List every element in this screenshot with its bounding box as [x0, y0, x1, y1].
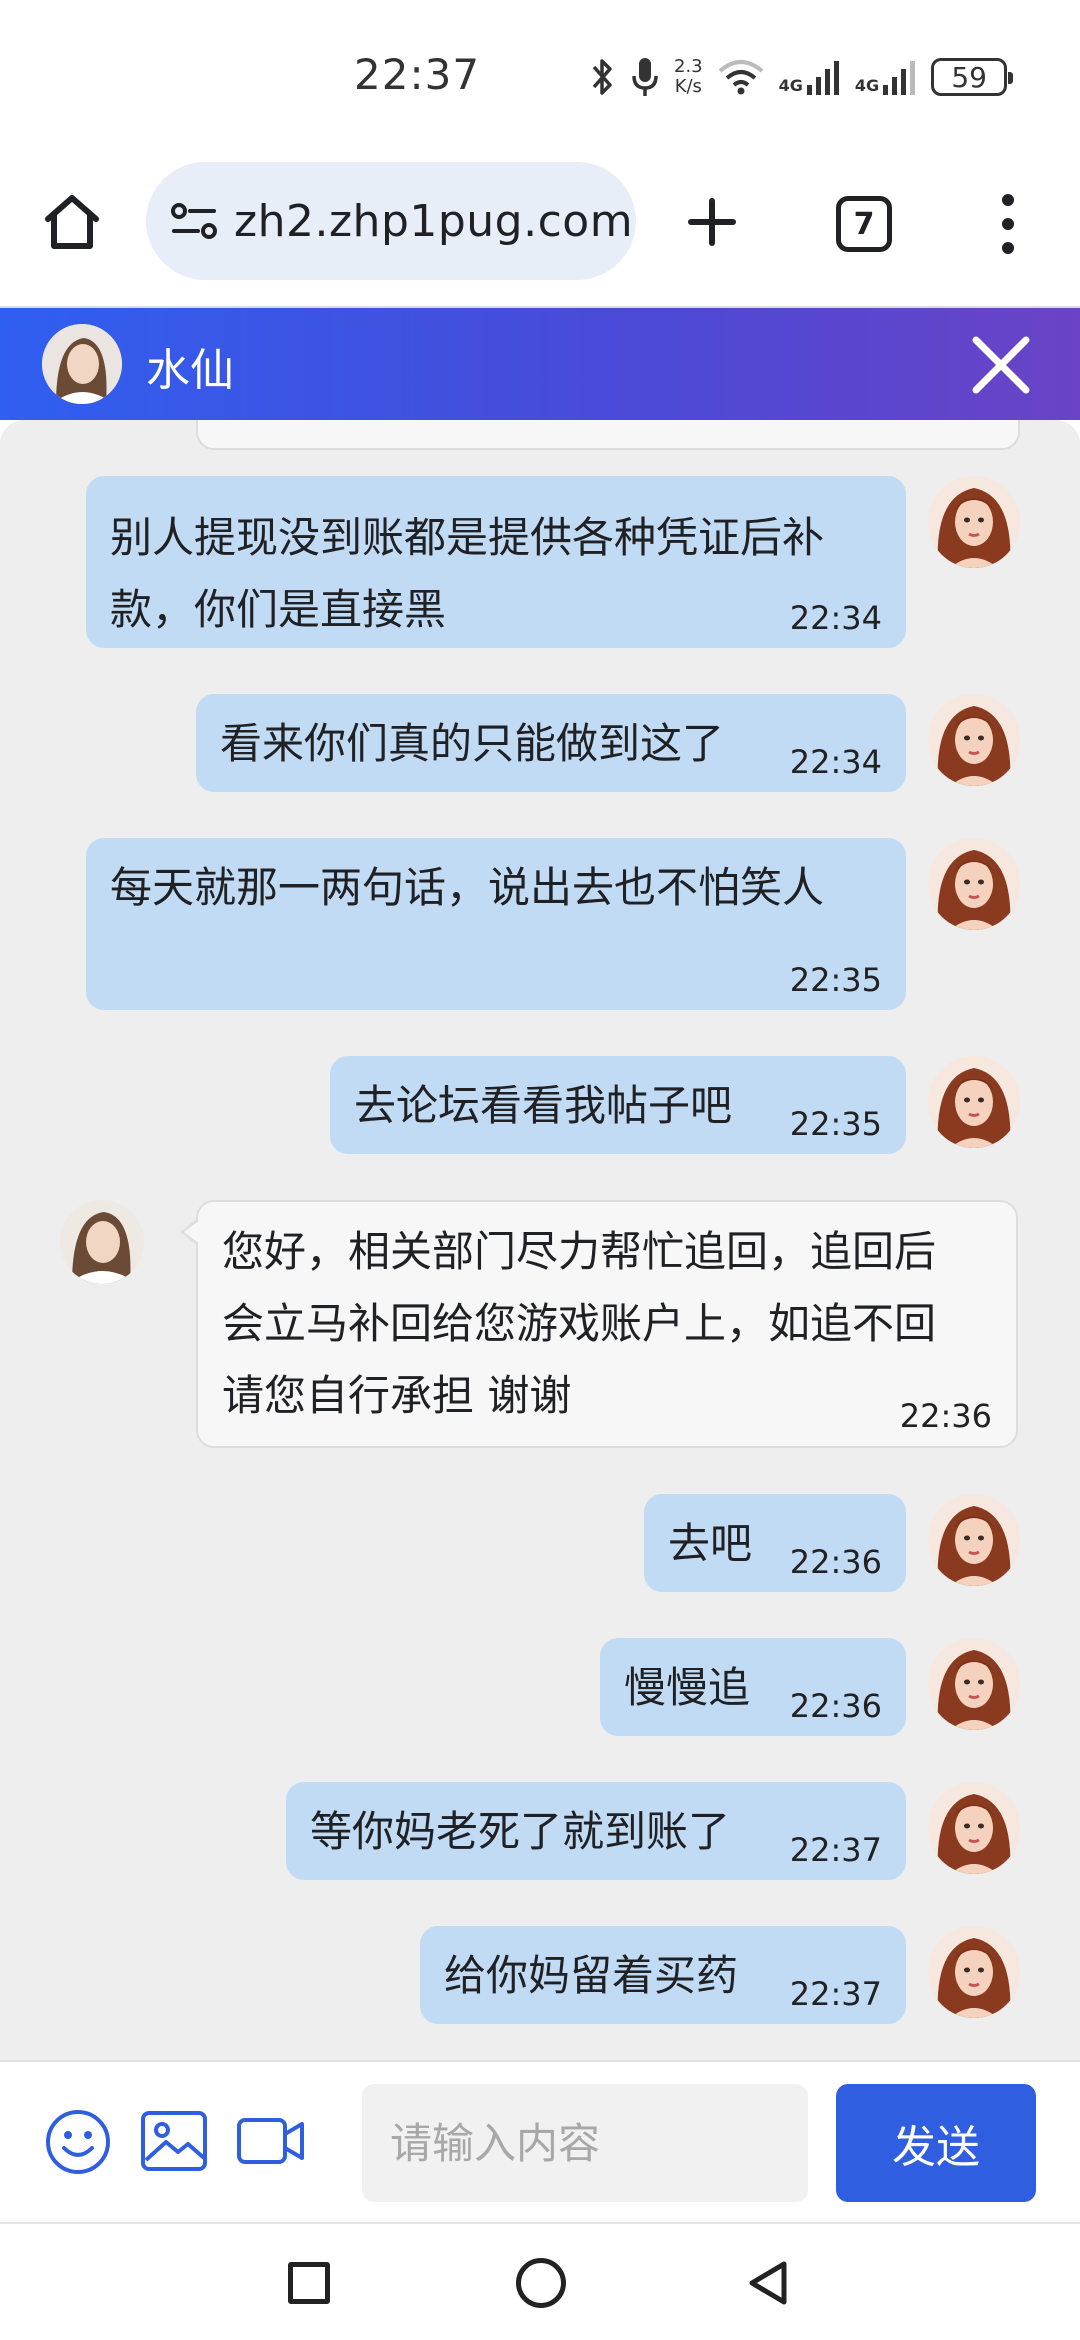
chat-messages[interactable]: 别人提现没到账都是提供各种凭证后补 款，你们是直接黑 22:34 看来你们真的只…	[0, 420, 1080, 2060]
message-time: 22:34	[789, 743, 882, 781]
agent-avatar	[60, 1200, 144, 1284]
user-avatar	[928, 1056, 1020, 1148]
wifi-icon	[718, 60, 763, 95]
status-icons: 2.3 K/s 4G 4G 59	[590, 52, 1014, 102]
message-bubble-outgoing[interactable]: 给你妈留着买药 22:37	[420, 1926, 906, 2024]
message-composer: 发送	[0, 2060, 1080, 2222]
message-text: 您好，相关部门尽力帮忙追回，追回后 会立马补回给您游戏账户上，如追不回 请您自行…	[222, 1227, 937, 1420]
message-bubble-outgoing[interactable]: 别人提现没到账都是提供各种凭证后补 款，你们是直接黑 22:34	[86, 476, 906, 648]
home-nav-button[interactable]	[516, 2258, 566, 2308]
user-avatar	[928, 476, 1020, 568]
emoji-button[interactable]	[44, 2108, 112, 2176]
new-tab-button[interactable]	[680, 190, 744, 254]
previous-message-stub	[196, 420, 1020, 450]
message-bubble-outgoing[interactable]: 去论坛看看我帖子吧 22:35	[330, 1056, 906, 1154]
user-avatar	[928, 1638, 1020, 1730]
send-button[interactable]: 发送	[836, 2084, 1036, 2202]
emoji-icon	[46, 2110, 110, 2174]
message-time: 22:35	[789, 961, 882, 999]
status-time: 22:37	[354, 50, 481, 99]
cell-signal-2: 4G	[855, 59, 917, 95]
user-avatar	[928, 694, 1020, 786]
message-bubble-outgoing[interactable]: 去吧 22:36	[644, 1494, 906, 1592]
message-text: 别人提现没到账都是提供各种凭证后补 款，你们是直接黑	[110, 513, 825, 634]
image-upload-button[interactable]	[140, 2110, 208, 2172]
message-bubble-outgoing[interactable]: 等你妈老死了就到账了 22:37	[286, 1782, 906, 1880]
home-button[interactable]	[40, 190, 104, 254]
browser-toolbar: zh2.zhp1pug.com 7	[0, 150, 1080, 308]
message-time: 22:36	[789, 1543, 882, 1581]
status-bar: 22:37 2.3 K/s 4G 4G 59	[0, 0, 1080, 150]
bluetooth-icon	[592, 59, 612, 95]
message-bubble-outgoing[interactable]: 每天就那一两句话，说出去也不怕笑人 22:35	[86, 838, 906, 1010]
site-settings-icon[interactable]	[168, 195, 220, 247]
message-text: 看来你们真的只能做到这了	[220, 719, 725, 768]
signal-bars-icon	[883, 61, 916, 95]
message-bubble-incoming[interactable]: 您好，相关部门尽力帮忙追回，追回后 会立马补回给您游戏账户上，如追不回 请您自行…	[180, 1200, 1018, 1448]
cell-signal-1: 4G	[779, 59, 841, 95]
user-avatar	[928, 1926, 1020, 2018]
user-avatar	[928, 1494, 1020, 1586]
recent-apps-button[interactable]	[288, 2262, 330, 2304]
message-time: 22:36	[899, 1397, 992, 1435]
microphone-icon	[632, 58, 658, 96]
battery-indicator: 59	[931, 58, 1014, 96]
message-time: 22:35	[789, 1105, 882, 1143]
message-time: 22:36	[789, 1687, 882, 1725]
plus-icon	[688, 198, 736, 246]
user-avatar	[928, 1782, 1020, 1874]
message-time: 22:34	[789, 599, 882, 637]
home-icon	[45, 195, 99, 249]
address-bar[interactable]: zh2.zhp1pug.com	[146, 162, 636, 280]
tab-count: 7	[853, 206, 875, 242]
message-input[interactable]	[362, 2084, 808, 2202]
message-bubble-outgoing[interactable]: 看来你们真的只能做到这了 22:34	[196, 694, 906, 792]
message-bubble-outgoing[interactable]: 慢慢追 22:36	[600, 1638, 906, 1736]
chat-header: 水仙	[0, 308, 1080, 420]
message-time: 22:37	[789, 1831, 882, 1869]
tab-switcher-button[interactable]: 7	[836, 196, 892, 252]
message-text: 每天就那一两句话，说出去也不怕笑人	[110, 863, 825, 912]
close-chat-button[interactable]	[966, 330, 1036, 400]
url-text: zh2.zhp1pug.com	[234, 195, 634, 247]
network-speed: 2.3 K/s	[674, 56, 703, 97]
signal-bars-icon	[806, 61, 839, 95]
message-time: 22:37	[789, 1975, 882, 2013]
contact-avatar	[42, 324, 122, 404]
chat-title: 水仙	[146, 345, 234, 396]
user-avatar	[928, 838, 1020, 930]
back-button[interactable]	[744, 2258, 794, 2308]
video-camera-icon	[237, 2118, 304, 2164]
close-icon	[972, 336, 1030, 394]
video-button[interactable]	[236, 2112, 306, 2170]
image-icon	[141, 2111, 207, 2171]
system-nav-bar	[0, 2222, 1080, 2340]
more-menu-button[interactable]	[992, 194, 1024, 254]
